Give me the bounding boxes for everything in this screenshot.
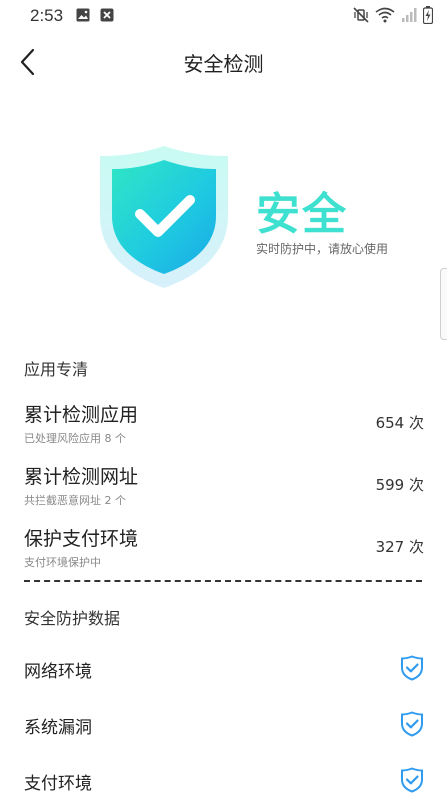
stat-title: 累计检测应用 <box>24 404 139 426</box>
stat-row-urls[interactable]: 累计检测网址 共拦截恶意网址 2 个 599 次 <box>24 462 424 518</box>
stat-subtitle: 已处理风险应用 8 个 <box>24 432 126 445</box>
security-status-hero: 安全 实时防护中，请放心使用 <box>0 140 447 300</box>
shield-check-icon <box>400 655 424 681</box>
stat-count: 599 次 <box>375 476 424 494</box>
security-status-label: 安全 <box>256 189 348 240</box>
stat-count: 327 次 <box>375 538 424 556</box>
close-box-icon <box>100 8 114 22</box>
image-icon <box>76 8 90 22</box>
stat-row-apps[interactable]: 累计检测应用 已处理风险应用 8 个 654 次 <box>24 400 424 456</box>
protection-label: 支付环境 <box>24 774 92 794</box>
status-bar: 2:53 <box>0 0 447 32</box>
protection-row-payment[interactable]: 支付环境 <box>24 767 424 797</box>
signal-icon <box>401 7 417 28</box>
stat-subtitle: 共拦截恶意网址 2 个 <box>24 494 126 507</box>
stat-row-payment[interactable]: 保护支付环境 支付环境保护中 327 次 <box>24 524 424 580</box>
shield-check-icon <box>400 711 424 737</box>
stat-title: 累计检测网址 <box>24 466 139 488</box>
status-indicators <box>353 6 434 29</box>
edge-panel-handle[interactable] <box>440 268 447 340</box>
protection-label: 系统漏洞 <box>24 718 92 738</box>
page-title: 安全检测 <box>183 52 264 76</box>
stat-title: 保护支付环境 <box>24 528 139 550</box>
mute-vibrate-icon <box>353 7 369 28</box>
protection-row-vulnerability[interactable]: 系统漏洞 <box>24 711 424 741</box>
stat-subtitle: 支付环境保护中 <box>24 556 101 569</box>
wifi-icon <box>375 7 395 28</box>
stat-count: 654 次 <box>375 414 424 432</box>
status-time: 2:53 <box>30 6 64 25</box>
protection-row-network[interactable]: 网络环境 <box>24 655 424 685</box>
section-divider <box>24 580 422 582</box>
app-section-title: 应用专清 <box>24 360 89 379</box>
shield-check-icon <box>96 144 232 290</box>
security-status-subtitle: 实时防护中，请放心使用 <box>256 242 389 256</box>
battery-charging-icon <box>422 6 434 29</box>
protection-label: 网络环境 <box>24 662 92 682</box>
shield-check-icon <box>400 767 424 793</box>
protection-section-title: 安全防护数据 <box>24 609 121 628</box>
app-header: 安全检测 <box>0 40 447 86</box>
